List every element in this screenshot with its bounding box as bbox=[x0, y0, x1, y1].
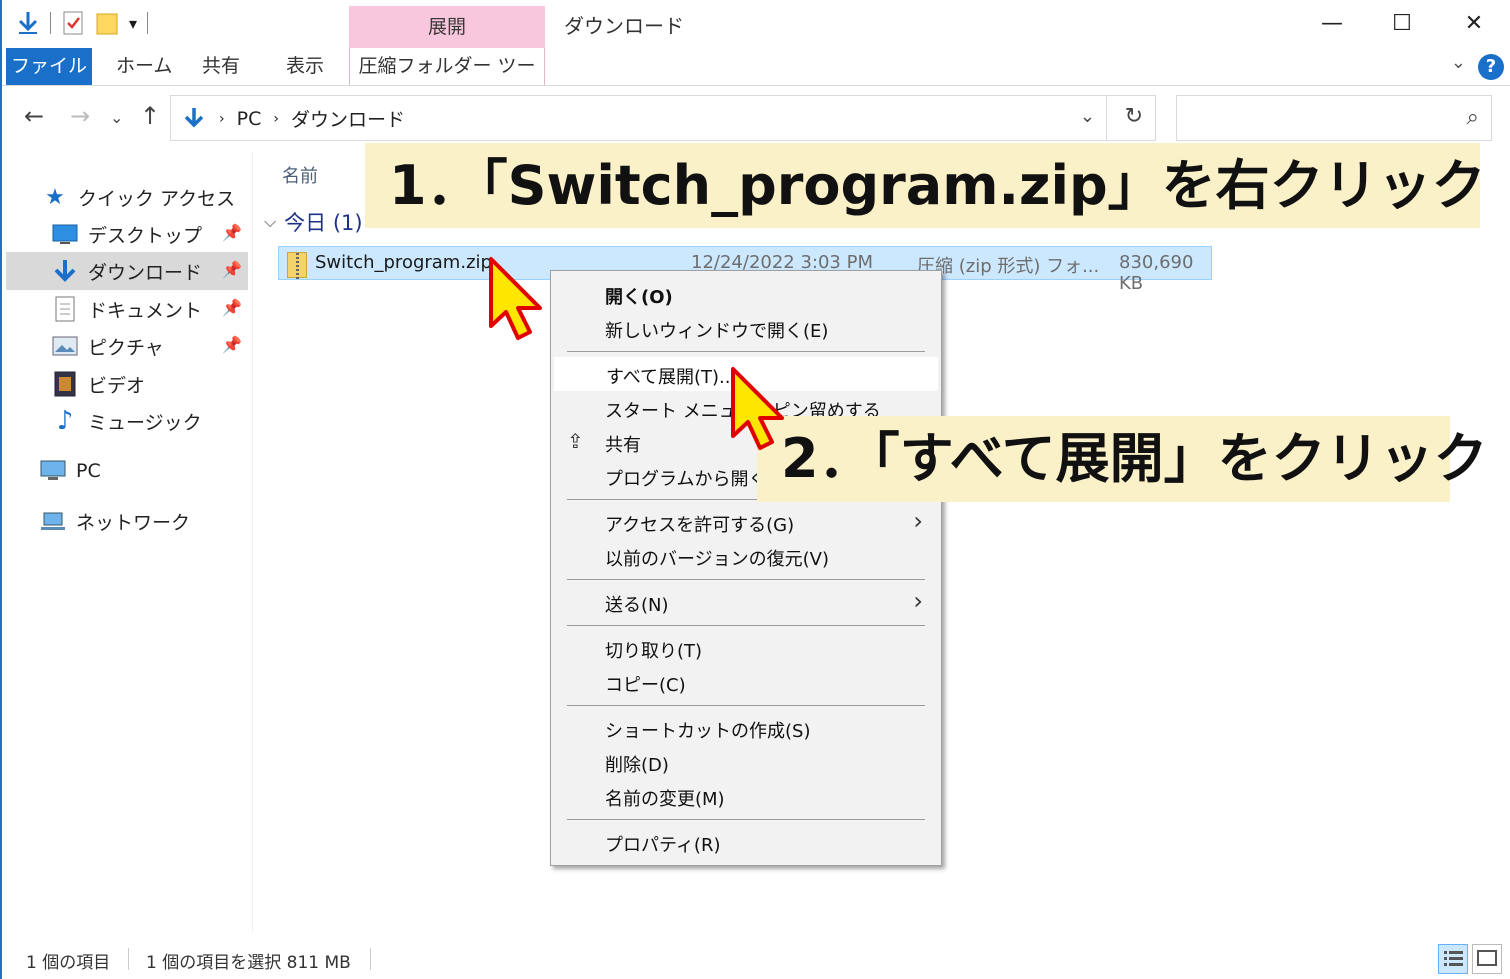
address-bar[interactable]: › PC › ダウンロード ⌄ ↻ bbox=[170, 95, 1156, 141]
window-title: ダウンロード bbox=[564, 14, 684, 38]
status-bar: 1 個の項目 1 個の項目を選択 811 MB bbox=[2, 938, 1510, 979]
cursor-arrow-icon bbox=[489, 257, 542, 340]
context-tab-group-title: 展開 bbox=[349, 6, 545, 48]
status-selection: 1 個の項目を選択 811 MB bbox=[146, 953, 351, 973]
navigation-pane: ★ クイック アクセス デスクトップ 📌 ダウンロード 📌 ドキュメント 📌 ピ… bbox=[2, 152, 252, 932]
help-icon[interactable]: ? bbox=[1478, 54, 1504, 80]
share-icon: ⇪ bbox=[567, 429, 584, 453]
quick-access-toolbar: ▾ bbox=[16, 10, 149, 36]
customize-qat-icon[interactable]: ▾ bbox=[129, 14, 137, 33]
pin-icon: 📌 bbox=[222, 335, 242, 354]
sidebar-item-quick-access[interactable]: ★ クイック アクセス bbox=[42, 178, 284, 216]
menu-item-open[interactable]: 開く(O) bbox=[553, 277, 939, 311]
status-item-count: 1 個の項目 bbox=[26, 953, 111, 973]
title-bar: ▾ 展開 ダウンロード — ☐ ✕ bbox=[2, 0, 1510, 48]
sidebar-item-documents[interactable]: ドキュメント 📌 bbox=[6, 290, 248, 328]
back-icon[interactable]: ← bbox=[24, 102, 44, 130]
callout-step-2: 2．「すべて展開」をクリック bbox=[757, 416, 1488, 502]
properties-icon[interactable] bbox=[61, 10, 85, 36]
expand-ribbon-icon[interactable]: ⌄ bbox=[1451, 52, 1466, 73]
menu-item-copy[interactable]: コピー(C) bbox=[553, 665, 939, 699]
large-icons-view-icon[interactable] bbox=[1472, 944, 1502, 974]
tab-home[interactable]: ホーム bbox=[98, 48, 190, 85]
menu-item-rename[interactable]: 名前の変更(M) bbox=[553, 779, 939, 813]
tab-share[interactable]: 共有 bbox=[184, 48, 258, 85]
music-icon: ♪ bbox=[56, 406, 74, 436]
refresh-icon[interactable]: ↻ bbox=[1125, 104, 1143, 129]
address-dropdown-icon[interactable]: ⌄ bbox=[1080, 106, 1095, 127]
menu-item-open-new-window[interactable]: 新しいウィンドウで開く(E) bbox=[553, 311, 939, 345]
tab-compressed-folder-tools[interactable]: 圧縮フォルダー ツール bbox=[349, 48, 545, 114]
submenu-arrow-icon: › bbox=[913, 507, 923, 535]
breadcrumb-chevron-icon[interactable]: › bbox=[273, 111, 279, 127]
zip-folder-icon bbox=[287, 252, 307, 279]
maximize-button[interactable]: ☐ bbox=[1367, 4, 1437, 44]
menu-item-create-shortcut[interactable]: ショートカットの作成(S) bbox=[553, 711, 939, 745]
breadcrumb-pc[interactable]: PC bbox=[237, 108, 262, 130]
details-view-icon[interactable] bbox=[1438, 944, 1468, 974]
column-header-name[interactable]: 名前 bbox=[282, 162, 318, 188]
sidebar-item-pictures[interactable]: ピクチャ 📌 bbox=[6, 327, 248, 365]
menu-item-give-access[interactable]: アクセスを許可する(G) › bbox=[553, 505, 939, 539]
pin-icon: 📌 bbox=[222, 260, 242, 279]
sidebar-item-music[interactable]: ♪ ミュージック bbox=[6, 402, 248, 440]
menu-item-restore-previous[interactable]: 以前のバージョンの復元(V) bbox=[553, 539, 939, 573]
cursor-arrow-icon bbox=[731, 367, 784, 450]
download-icon bbox=[52, 258, 78, 284]
explorer-window: ▾ 展開 ダウンロード — ☐ ✕ ファイル ホーム 共有 表示 圧縮フォルダー… bbox=[0, 0, 1510, 979]
file-size: 830,690 KB bbox=[1119, 252, 1194, 294]
search-input[interactable]: ⌕ bbox=[1176, 95, 1492, 141]
ribbon-tabs: ファイル ホーム 共有 表示 圧縮フォルダー ツール ⌄ ? bbox=[2, 48, 1510, 114]
tab-view[interactable]: 表示 bbox=[268, 48, 342, 85]
desktop-icon bbox=[52, 221, 78, 247]
new-folder-icon[interactable] bbox=[95, 10, 119, 36]
menu-item-cut[interactable]: 切り取り(T) bbox=[553, 631, 939, 665]
network-icon bbox=[40, 508, 66, 534]
breadcrumb: › PC › ダウンロード bbox=[181, 105, 405, 132]
download-folder-icon bbox=[184, 107, 204, 127]
context-menu: 開く(O) 新しいウィンドウで開く(E) すべて展開(T)... スタート メニ… bbox=[550, 270, 942, 866]
star-icon: ★ bbox=[45, 184, 65, 210]
pin-icon: 📌 bbox=[222, 223, 242, 242]
tab-file[interactable]: ファイル bbox=[6, 48, 92, 85]
sidebar-item-downloads[interactable]: ダウンロード 📌 bbox=[6, 252, 248, 290]
minimize-button[interactable]: — bbox=[1297, 4, 1367, 44]
recent-locations-icon[interactable]: ⌄ bbox=[110, 108, 123, 127]
file-type: 圧縮 (zip 形式) フォ... bbox=[917, 256, 1100, 277]
callout-step-1: 1．「Switch_program.zip」を右クリック bbox=[365, 143, 1486, 228]
breadcrumb-downloads[interactable]: ダウンロード bbox=[291, 105, 405, 132]
download-icon[interactable] bbox=[16, 10, 40, 36]
sidebar-item-desktop[interactable]: デスクトップ 📌 bbox=[6, 215, 248, 253]
collapse-group-icon[interactable]: ⌵ bbox=[264, 212, 276, 232]
sidebar-item-network[interactable]: ネットワーク bbox=[6, 502, 248, 540]
up-icon[interactable]: ↑ bbox=[140, 102, 160, 130]
file-name: Switch_program.zip bbox=[315, 252, 492, 273]
menu-item-send-to[interactable]: 送る(N) › bbox=[553, 585, 939, 619]
document-icon bbox=[52, 296, 78, 322]
forward-icon[interactable]: → bbox=[70, 102, 90, 130]
group-header-today[interactable]: ⌵ 今日 (1) bbox=[264, 207, 363, 237]
breadcrumb-chevron-icon[interactable]: › bbox=[219, 111, 225, 127]
submenu-arrow-icon: › bbox=[913, 587, 923, 615]
sidebar-item-videos[interactable]: ビデオ bbox=[6, 365, 248, 403]
pc-icon bbox=[40, 458, 66, 484]
menu-item-properties[interactable]: プロパティ(R) bbox=[553, 825, 939, 859]
picture-icon bbox=[52, 333, 78, 359]
video-icon bbox=[52, 371, 78, 397]
search-icon[interactable]: ⌕ bbox=[1467, 105, 1479, 130]
menu-item-delete[interactable]: 削除(D) bbox=[553, 745, 939, 779]
sidebar-item-pc[interactable]: PC bbox=[6, 452, 248, 490]
close-button[interactable]: ✕ bbox=[1439, 4, 1509, 44]
pin-icon: 📌 bbox=[222, 298, 242, 317]
